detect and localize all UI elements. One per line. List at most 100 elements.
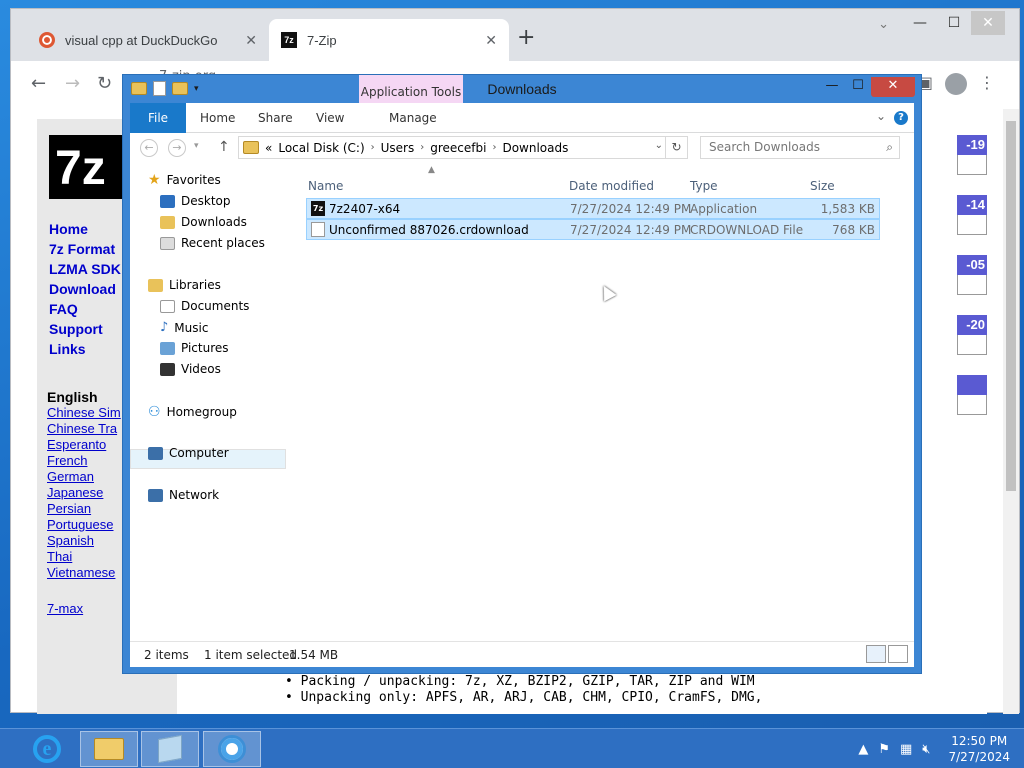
search-input[interactable]: Search Downloads ⌕: [700, 136, 900, 159]
profile-avatar-icon[interactable]: [945, 73, 967, 95]
breadcrumb-chevron-icon[interactable]: ›: [371, 142, 375, 153]
nav-favorites[interactable]: ★ Favorites: [148, 173, 221, 188]
breadcrumb-chevron-icon[interactable]: ›: [492, 142, 496, 153]
close-icon[interactable]: ✕: [971, 11, 1005, 35]
maximize-icon[interactable]: ☐: [937, 11, 971, 35]
nav-link-lzma-sdk[interactable]: LZMA SDK: [49, 259, 121, 279]
nav-item-music[interactable]: ♪ Music: [160, 320, 208, 335]
column-header-name[interactable]: Name: [308, 179, 343, 193]
clock[interactable]: 12:50 PM 7/27/2024: [948, 733, 1010, 765]
details-view-icon[interactable]: [866, 645, 886, 663]
language-link[interactable]: Spanish: [47, 533, 121, 549]
tab-share[interactable]: Share: [258, 103, 293, 133]
tab-file[interactable]: File: [130, 103, 186, 133]
nav-computer[interactable]: Computer: [148, 446, 229, 460]
nav-item-downloads[interactable]: Downloads: [160, 215, 247, 229]
tab-view[interactable]: View: [316, 103, 344, 133]
file-explorer-button[interactable]: [80, 731, 138, 767]
clock-time: 12:50 PM: [951, 734, 1008, 748]
reload-icon[interactable]: ↻: [97, 73, 112, 94]
flag-icon[interactable]: ⚑: [878, 742, 890, 757]
search-icon: ⌕: [886, 140, 893, 154]
chrome-button[interactable]: [203, 731, 261, 767]
file-name: Unconfirmed 887026.crdownload: [329, 223, 529, 237]
address-bar[interactable]: « Local Disk (C:) › Users › greecefbi › …: [238, 136, 688, 159]
show-hidden-icons-icon[interactable]: ▲: [858, 742, 868, 757]
column-header-date-modified[interactable]: Date modified: [569, 179, 654, 193]
large-icons-view-icon[interactable]: [888, 645, 908, 663]
7-max-link[interactable]: 7-max: [47, 601, 121, 617]
recent-locations-icon[interactable]: ▾: [194, 141, 199, 151]
language-link[interactable]: Japanese: [47, 485, 121, 501]
language-link[interactable]: Chinese Sim: [47, 405, 121, 421]
language-link[interactable]: Vietnamese: [47, 565, 121, 581]
nav-network[interactable]: Network: [148, 488, 219, 502]
downloads-folder-icon: [160, 215, 175, 229]
up-arrow-icon[interactable]: ↑: [218, 139, 230, 155]
minimize-icon[interactable]: —: [903, 11, 937, 35]
language-link[interactable]: Esperanto: [47, 437, 121, 453]
new-tab-button[interactable]: +: [517, 25, 535, 50]
ribbon-expand-icon[interactable]: ⌄: [876, 109, 886, 123]
tab-manage[interactable]: Manage: [389, 103, 437, 133]
browser-tab-duckduckgo[interactable]: visual cpp at DuckDuckGo ✕: [27, 19, 269, 61]
nav-libraries[interactable]: Libraries: [148, 278, 221, 292]
breadcrumb-user[interactable]: greecefbi: [430, 141, 486, 155]
language-link[interactable]: German: [47, 469, 121, 485]
browser-tab-7zip[interactable]: 7z 7-Zip ✕: [269, 19, 509, 61]
tab-home[interactable]: Home: [200, 103, 235, 133]
language-link[interactable]: Portuguese: [47, 517, 121, 533]
close-icon[interactable]: ✕: [871, 77, 915, 97]
maximize-icon[interactable]: ☐: [845, 77, 871, 97]
breadcrumb-downloads[interactable]: Downloads: [502, 141, 568, 155]
internet-explorer-button[interactable]: e: [18, 731, 76, 767]
nav-link-download[interactable]: Download: [49, 279, 121, 299]
app-button[interactable]: [141, 731, 199, 767]
forward-arrow-icon[interactable]: →: [65, 73, 80, 94]
volume-muted-icon[interactable]: 🔇︎: [922, 742, 930, 757]
network-icon: [148, 488, 163, 502]
tab-close-icon[interactable]: ✕: [245, 32, 257, 49]
minimize-icon[interactable]: —: [819, 77, 845, 97]
refresh-icon[interactable]: ↻: [665, 137, 687, 158]
tab-close-icon[interactable]: ✕: [485, 32, 497, 49]
nav-item-documents[interactable]: Documents: [160, 299, 249, 313]
nav-homegroup[interactable]: ⚇ Homegroup: [148, 404, 237, 420]
nav-link-7z-format[interactable]: 7z Format: [49, 239, 121, 259]
language-link[interactable]: Thai: [47, 549, 121, 565]
nav-item-pictures[interactable]: Pictures: [160, 341, 229, 355]
file-row[interactable]: 7z 7z2407-x64 7/27/2024 12:49 PM Applica…: [306, 198, 880, 219]
news-date-box: [957, 395, 987, 415]
language-link[interactable]: Persian: [47, 501, 121, 517]
network-status-icon[interactable]: ▦: [900, 742, 912, 757]
nav-item-recent-places[interactable]: Recent places: [160, 236, 265, 250]
language-link[interactable]: French: [47, 453, 121, 469]
tab-search-chevron-icon[interactable]: ⌄: [878, 17, 889, 32]
address-overflow[interactable]: «: [265, 141, 272, 155]
language-link[interactable]: Chinese Tra: [47, 421, 121, 437]
nav-link-faq[interactable]: FAQ: [49, 299, 121, 319]
back-arrow-icon[interactable]: ←: [31, 73, 46, 94]
column-header-type[interactable]: Type: [690, 179, 718, 193]
status-selection: 1 item selected: [204, 648, 298, 662]
nav-link-home[interactable]: Home: [49, 219, 121, 239]
address-dropdown-icon[interactable]: ⌄: [655, 140, 663, 151]
back-icon[interactable]: ←: [140, 139, 158, 157]
breadcrumb-users[interactable]: Users: [381, 141, 415, 155]
breadcrumb-local-disk[interactable]: Local Disk (C:): [278, 141, 364, 155]
file-row[interactable]: Unconfirmed 887026.crdownload 7/27/2024 …: [306, 219, 880, 240]
news-date-header: -05: [957, 255, 987, 275]
explorer-title-bar[interactable]: ▾ Application Tools Downloads — ☐ ✕: [123, 75, 921, 103]
help-icon[interactable]: ?: [894, 111, 908, 125]
nav-link-links[interactable]: Links: [49, 339, 121, 359]
page-scrollbar-thumb[interactable]: [1006, 121, 1016, 491]
forward-icon[interactable]: →: [168, 139, 186, 157]
menu-icon[interactable]: ⋮: [979, 73, 995, 95]
computer-icon: [148, 446, 163, 460]
breadcrumb-chevron-icon[interactable]: ›: [420, 142, 424, 153]
page-scrollbar[interactable]: [1003, 109, 1019, 714]
nav-item-videos[interactable]: Videos: [160, 362, 221, 376]
column-header-size[interactable]: Size: [810, 179, 835, 193]
nav-link-support[interactable]: Support: [49, 319, 121, 339]
nav-item-desktop[interactable]: Desktop: [160, 194, 231, 208]
